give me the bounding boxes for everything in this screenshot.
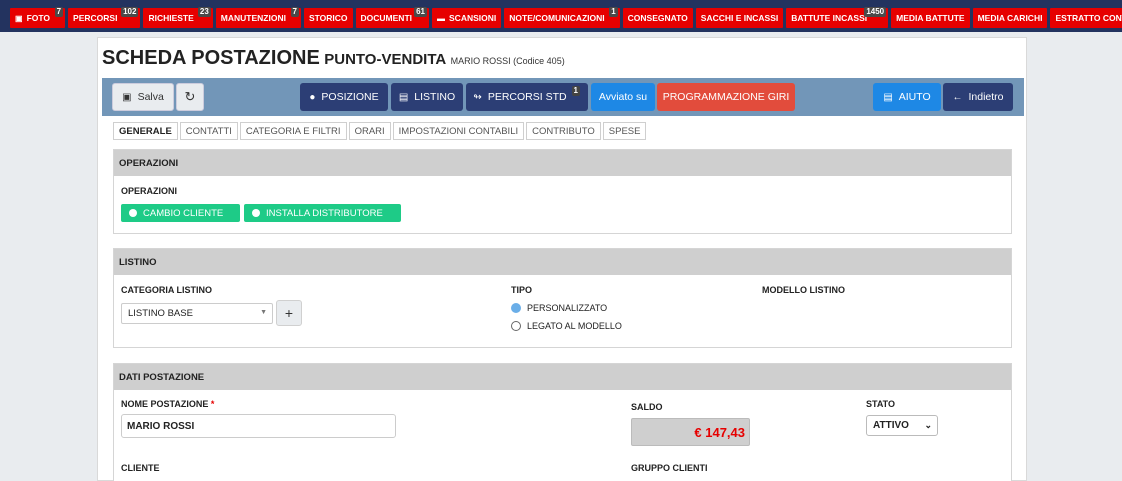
add-listino-button[interactable]: + — [276, 300, 302, 326]
refresh-button[interactable]: ↻ — [176, 83, 204, 111]
section-dati-postazione: DATI POSTAZIONE NOME POSTAZIONE * MARIO … — [113, 363, 1012, 481]
operazioni-label: OPERAZIONI — [121, 186, 178, 196]
nav-media-battute[interactable]: MEDIA BATTUTE — [891, 8, 970, 28]
saldo-value: € 147,43 — [631, 418, 750, 446]
route-icon: ↬ — [473, 91, 482, 103]
top-navigation: ▣ FOTO 7 PERCORSI 102 RICHIESTE 23 MANUTENZI… — [0, 0, 1122, 32]
count-badge: 1 — [609, 7, 618, 17]
listino-button[interactable]: ▤ LISTINO — [391, 83, 463, 111]
posizione-button[interactable]: ● POSIZIONE — [300, 83, 388, 111]
save-button[interactable]: ▣ Salva — [112, 83, 174, 111]
indietro-button[interactable]: ← Indietro — [943, 83, 1013, 111]
radio-legato-modello[interactable]: LEGATO AL MODELLO — [511, 321, 622, 331]
tipo-label: TIPO — [511, 285, 533, 295]
percorsi-std-button[interactable]: ↬ PERCORSI STD 1 — [466, 83, 588, 111]
saldo-label: SALDO — [631, 402, 663, 412]
aiuto-button[interactable]: ▤ AIUTO — [873, 83, 941, 111]
book-icon: ▤ — [883, 91, 893, 103]
arrow-left-icon: ← — [952, 91, 963, 103]
tab-contatti[interactable]: CONTATTI — [179, 122, 238, 140]
nav-media-carichi[interactable]: MEDIA CARICHI — [972, 8, 1048, 28]
map-marker-icon: ● — [309, 91, 316, 103]
tab-orari[interactable]: ORARI — [348, 122, 391, 140]
section-operazioni: OPERAZIONI OPERAZIONI CAMBIO CLIENTE INS… — [113, 149, 1012, 234]
clipboard-icon: ▤ — [398, 91, 409, 103]
tab-impostazioni-contabili[interactable]: IMPOSTAZIONI CONTABILI — [392, 122, 525, 140]
nav-consegnato[interactable]: CONSEGNATO — [622, 8, 693, 28]
nav-percorsi[interactable]: PERCORSI 102 — [68, 7, 141, 28]
tab-contributo[interactable]: CONTRIBUTO — [526, 122, 601, 140]
nome-postazione-input[interactable]: MARIO ROSSI — [121, 414, 396, 438]
modello-listino-label: MODELLO LISTINO — [762, 285, 845, 295]
categoria-listino-select[interactable]: LISTINO BASE ▼ — [121, 303, 273, 324]
main-card: SCHEDA POSTAZIONE PUNTO-VENDITA MARIO RO… — [97, 37, 1027, 481]
camera-icon: ▣ — [15, 13, 23, 23]
count-badge: 61 — [414, 7, 428, 17]
nav-note-comunicazioni[interactable]: NOTE/COMUNICAZIONI 1 — [504, 7, 620, 28]
refresh-icon: ↻ — [184, 89, 196, 104]
section-header: DATI POSTAZIONE — [114, 364, 1011, 390]
categoria-listino-label: CATEGORIA LISTINO — [121, 285, 212, 295]
nav-battute-incassi[interactable]: BATTUTE INCASSI 1450 — [786, 7, 889, 28]
nav-foto[interactable]: ▣ FOTO 7 — [10, 7, 66, 28]
chevron-down-icon: ▼ — [260, 309, 267, 316]
section-header: LISTINO — [114, 249, 1011, 275]
avviato-su-button[interactable]: Avviato su — [591, 83, 655, 111]
tab-bar: GENERALE CONTATTI CATEGORIA E FILTRI ORA… — [113, 122, 647, 140]
count-badge: 1 — [571, 86, 580, 96]
count-badge: 1450 — [864, 7, 887, 17]
nav-sacchi-incassi[interactable]: SACCHI E INCASSI — [695, 8, 784, 28]
programmazione-giri-button[interactable]: PROGRAMMAZIONE GIRI — [657, 83, 795, 111]
gruppo-clienti-label: GRUPPO CLIENTI — [631, 463, 708, 473]
count-badge: 7 — [290, 7, 299, 17]
tab-generale[interactable]: GENERALE — [113, 122, 178, 140]
nav-scansioni[interactable]: ▬ SCANSIONI — [432, 8, 502, 28]
radio-icon — [252, 209, 260, 217]
cliente-label: CLIENTE — [121, 463, 160, 473]
nav-storico[interactable]: STORICO — [303, 8, 353, 28]
section-header: OPERAZIONI — [114, 150, 1011, 176]
page-title: SCHEDA POSTAZIONE PUNTO-VENDITA MARIO RO… — [102, 47, 565, 69]
stato-label: STATO — [866, 399, 895, 409]
count-badge: 102 — [121, 7, 139, 17]
chevron-down-icon: ⌄ — [924, 420, 932, 430]
count-badge: 23 — [197, 7, 211, 17]
nav-estratto-conto[interactable]: ESTRATTO CONTO — [1050, 8, 1122, 28]
radio-personalizzato[interactable]: PERSONALIZZATO — [511, 303, 607, 313]
count-badge: 7 — [54, 7, 64, 17]
nav-manutenzioni[interactable]: MANUTENZIONI 7 — [215, 7, 301, 28]
radio-unchecked-icon — [511, 321, 521, 331]
radio-checked-icon — [511, 303, 521, 313]
folder-icon: ▬ — [437, 13, 446, 23]
section-listino: LISTINO CATEGORIA LISTINO LISTINO BASE ▼… — [113, 248, 1012, 348]
toolbar: ▣ Salva ↻ ● POSIZIONE ▤ LISTINO ↬ PERCORSI S… — [102, 78, 1024, 116]
tab-spese[interactable]: SPESE — [602, 122, 647, 140]
radio-icon — [129, 209, 137, 217]
stato-select[interactable]: ATTIVO ⌄ — [866, 415, 938, 436]
nav-documenti[interactable]: DOCUMENTI 61 — [355, 7, 430, 28]
nav-richieste[interactable]: RICHIESTE 23 — [143, 7, 213, 28]
floppy-icon: ▣ — [122, 91, 132, 103]
tab-categoria-filtri[interactable]: CATEGORIA E FILTRI — [239, 122, 347, 140]
nome-postazione-label: NOME POSTAZIONE * — [121, 399, 215, 409]
installa-distributore-button[interactable]: INSTALLA DISTRIBUTORE — [244, 204, 401, 222]
cambio-cliente-button[interactable]: CAMBIO CLIENTE — [121, 204, 240, 222]
